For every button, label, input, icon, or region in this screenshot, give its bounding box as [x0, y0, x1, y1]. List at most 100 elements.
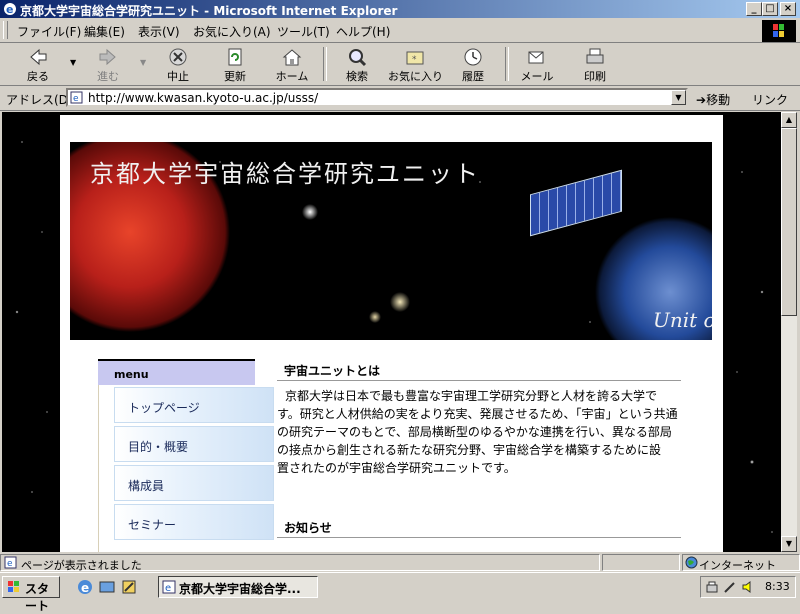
vertical-scrollbar[interactable]: ▲ ▼	[781, 112, 797, 552]
banner-subtitle: Unit o	[653, 308, 712, 332]
about-line: 置されたのが宇宙総合学研究ユニットです。	[277, 461, 516, 475]
address-dropdown-icon[interactable]: ▼	[671, 90, 686, 105]
about-line: 京都大学は日本で最も豊富な宇宙理工学研究分野と人材を誇る大学で	[285, 389, 658, 403]
svg-text:*: *	[412, 55, 417, 65]
menu-item-members[interactable]: 構成員	[114, 465, 274, 501]
menu-header-label: menu	[114, 368, 149, 381]
scroll-down-icon[interactable]: ▼	[781, 536, 797, 552]
go-button[interactable]: ➔移動	[696, 91, 730, 108]
page-done-icon: e	[4, 556, 17, 569]
side-menu: menu トップページ 目的・概要 構成員 セミナー	[98, 359, 275, 552]
home-button[interactable]: ホーム	[270, 45, 314, 83]
menu-view[interactable]: 表示(V)	[138, 23, 180, 40]
window-title: 京都大学宇宙総合学研究ユニット - Microsoft Internet Exp…	[20, 4, 398, 18]
section-rule	[277, 380, 681, 381]
page-icon: e	[70, 91, 83, 104]
favorites-button[interactable]: * お気に入り	[388, 45, 443, 83]
address-input[interactable]: e http://www.kwasan.kyoto-u.ac.jp/usss/ …	[66, 88, 688, 107]
refresh-button[interactable]: 更新	[213, 45, 257, 83]
clock[interactable]: 8:33	[765, 580, 790, 593]
svg-text:e: e	[73, 94, 79, 104]
minimize-button[interactable]: _	[746, 2, 762, 16]
menubar-grip	[3, 21, 8, 39]
menu-item-purpose[interactable]: 目的・概要	[114, 426, 274, 462]
banner-title: 京都大学宇宙総合学研究ユニット	[90, 160, 480, 188]
status-empty-cell	[602, 554, 680, 571]
scroll-up-icon[interactable]: ▲	[781, 112, 797, 128]
back-button[interactable]: 戻る	[16, 45, 60, 83]
quicklaunch-channels-icon[interactable]	[120, 578, 138, 596]
scroll-thumb[interactable]	[781, 128, 797, 316]
quicklaunch-ie-icon[interactable]: e	[76, 578, 94, 596]
back-dropdown-icon[interactable]: ▼	[70, 58, 76, 67]
menu-item-label: 目的・概要	[128, 440, 189, 454]
page-viewport[interactable]: 京都大学宇宙総合学研究ユニット Unit o menu トップページ 目的・概要…	[2, 112, 781, 552]
favorites-folder-icon: *	[406, 51, 424, 65]
links-button[interactable]: リンク	[752, 91, 788, 108]
ie-window-icon: e	[162, 580, 176, 594]
address-bar: アドレス(D) e http://www.kwasan.kyoto-u.ac.j…	[0, 86, 800, 111]
menu-edit[interactable]: 編集(E)	[84, 23, 125, 40]
header-banner: 京都大学宇宙総合学研究ユニット Unit o	[70, 142, 712, 340]
menu-bar: ファイル(F) 編集(E) 表示(V) お気に入り(A) ツール(T) ヘルプ(…	[0, 18, 800, 43]
menu-item-top-page[interactable]: トップページ	[114, 387, 274, 423]
about-line: の接点から創生される新たな研究分野、宇宙総合学を構築するために設	[277, 443, 662, 457]
page-container: 京都大学宇宙総合学研究ユニット Unit o menu トップページ 目的・概要…	[60, 115, 723, 552]
taskbar-window-label: 京都大学宇宙総合学...	[179, 582, 301, 596]
menu-file[interactable]: ファイル(F)	[17, 23, 81, 40]
status-bar: e ページが表示されました インターネット	[0, 553, 800, 572]
about-line: す。研究と人材供給の実をより充実、発展させるため、「宇宙」という共通	[277, 407, 678, 421]
standard-toolbar: 戻る ▼ 進む ▼ 中止 更新 ホーム 検索 * お気に入り 履歴 メール 印刷	[0, 43, 800, 86]
search-icon	[349, 49, 367, 67]
menu-tools[interactable]: ツール(T)	[277, 23, 330, 40]
quicklaunch-desktop-icon[interactable]	[98, 578, 116, 596]
menu-favorites[interactable]: お気に入り(A)	[193, 23, 271, 40]
mail-icon	[528, 51, 544, 64]
about-line: の研究テーマのもとで、部局横断型のゆるやかな連携を行い、異なる部局	[277, 425, 672, 439]
menu-item-label: トップページ	[128, 401, 200, 415]
stop-button[interactable]: 中止	[156, 45, 200, 83]
tray-pen-icon[interactable]	[723, 580, 737, 594]
history-button[interactable]: 履歴	[451, 45, 495, 83]
menu-item-label: セミナー	[128, 518, 177, 532]
refresh-icon	[228, 48, 242, 66]
go-label: 移動	[706, 93, 731, 107]
start-button[interactable]: スタート	[2, 576, 60, 613]
start-label: スタート	[25, 582, 50, 613]
menu-item-label: 構成員	[128, 479, 165, 493]
security-zone: インターネット	[699, 559, 776, 572]
go-arrow-icon: ➔	[696, 93, 707, 107]
stop-icon	[169, 48, 187, 66]
taskbar-window-ie[interactable]: e 京都大学宇宙総合学...	[158, 576, 318, 598]
menu-item-seminar[interactable]: セミナー	[114, 504, 274, 540]
forward-dropdown-icon[interactable]: ▼	[140, 58, 146, 67]
status-message: ページが表示されました	[21, 559, 142, 572]
mail-button[interactable]: メール	[515, 45, 559, 83]
print-icon	[586, 48, 604, 64]
section-rule	[277, 537, 681, 538]
volume-icon[interactable]	[741, 580, 755, 594]
close-button[interactable]: ×	[780, 2, 796, 16]
history-icon	[464, 48, 482, 66]
print-button[interactable]: 印刷	[573, 45, 617, 83]
search-button[interactable]: 検索	[335, 45, 379, 83]
address-label: アドレス(D)	[6, 93, 73, 107]
svg-text:e: e	[165, 583, 171, 594]
back-arrow-icon	[30, 48, 47, 66]
svg-text:e: e	[7, 559, 13, 569]
tray-printer-icon[interactable]	[705, 580, 719, 594]
svg-text:e: e	[6, 3, 13, 16]
maximize-button[interactable]: □	[762, 2, 778, 16]
menu-help[interactable]: ヘルプ(H)	[336, 23, 390, 40]
address-url: http://www.kwasan.kyoto-u.ac.jp/usss/	[88, 91, 319, 105]
section-title-news: お知らせ	[284, 521, 332, 535]
globe-icon	[685, 556, 698, 569]
zone-cell: インターネット	[682, 554, 800, 572]
toolbar-separator	[505, 47, 509, 81]
home-icon	[282, 49, 302, 66]
about-text: 京都大学は日本で最も豊富な宇宙理工学研究分野と人材を誇る大学で す。研究と人材供…	[277, 387, 695, 477]
toolbar-separator	[323, 47, 327, 81]
forward-button[interactable]: 進む	[86, 45, 130, 83]
section-title-about: 宇宙ユニットとは	[284, 364, 381, 378]
title-bar: e 京都大学宇宙総合学研究ユニット - Microsoft Internet E…	[0, 0, 800, 18]
